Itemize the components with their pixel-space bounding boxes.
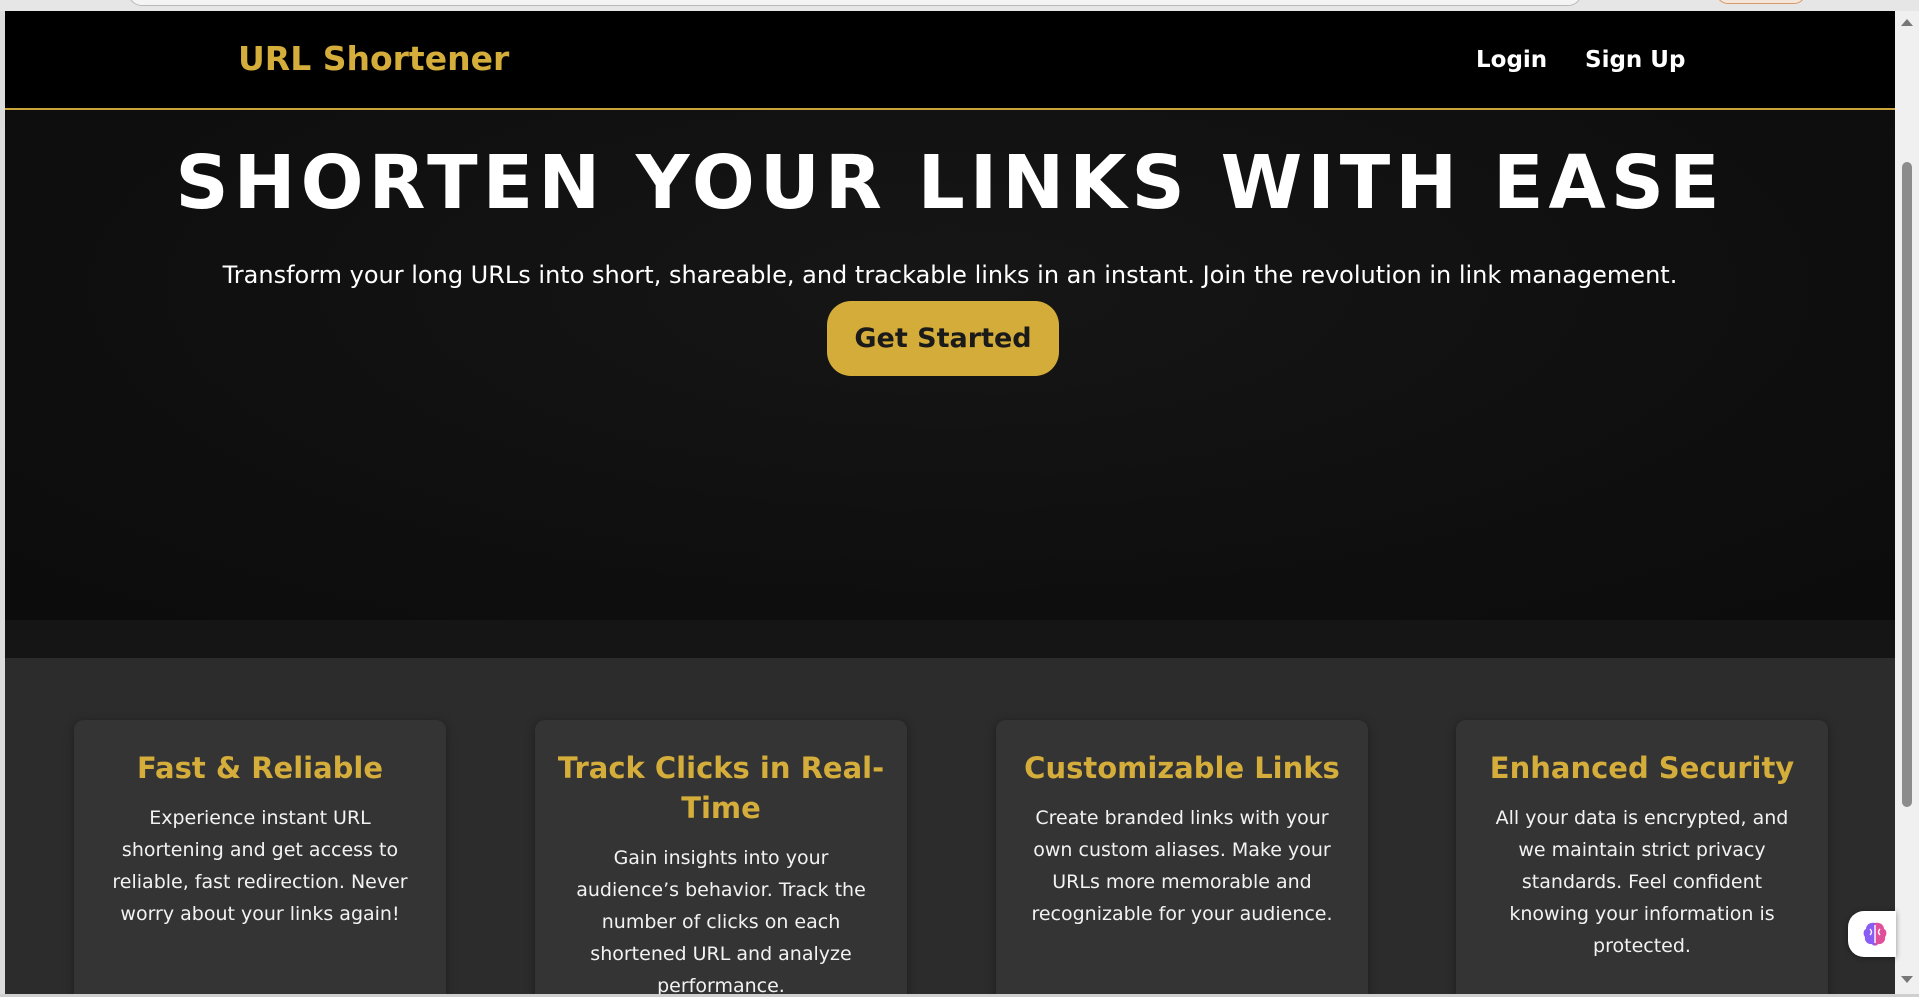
features-section: Fast & Reliable Experience instant URL s… bbox=[5, 658, 1895, 997]
feature-card-custom: Customizable Links Create branded links … bbox=[996, 720, 1368, 997]
get-started-button[interactable]: Get Started bbox=[827, 301, 1059, 376]
vertical-scrollbar[interactable] bbox=[1895, 11, 1919, 997]
feature-title: Fast & Reliable bbox=[136, 751, 384, 785]
extension-button[interactable] bbox=[1716, 0, 1806, 4]
feature-text: All your data is encrypted, and we maint… bbox=[1495, 807, 1789, 957]
hero-title: SHORTEN YOUR LINKS WITH EASE bbox=[175, 140, 1725, 226]
feature-card-tracking: Track Clicks in Real-Time Gain insights … bbox=[535, 720, 907, 997]
feature-card-security: Enhanced Security All your data is encry… bbox=[1456, 720, 1828, 997]
feature-text: Gain insights into your audience’s behav… bbox=[576, 847, 866, 997]
chevron-down-icon[interactable] bbox=[1901, 976, 1913, 983]
scrollbar-thumb[interactable] bbox=[1902, 162, 1912, 807]
brain-icon bbox=[1863, 922, 1887, 946]
hero-section: SHORTEN YOUR LINKS WITH EASE Transform y… bbox=[5, 110, 1895, 620]
chevron-up-icon[interactable] bbox=[1901, 19, 1913, 26]
page-viewport: URL Shortener Login Sign Up SHORTEN YOUR… bbox=[5, 11, 1895, 997]
signup-link[interactable]: Sign Up bbox=[1585, 47, 1685, 73]
address-bar[interactable] bbox=[128, 0, 1582, 6]
feature-title: Track Clicks in Real-Time bbox=[557, 751, 885, 825]
feature-text: Create branded links with your own custo… bbox=[1031, 807, 1333, 925]
hero-subtitle: Transform your long URLs into short, sha… bbox=[222, 261, 1678, 289]
login-link[interactable]: Login bbox=[1476, 47, 1547, 73]
browser-toolbar bbox=[0, 0, 1919, 11]
assistant-widget-button[interactable] bbox=[1848, 911, 1896, 957]
navbar: URL Shortener Login Sign Up bbox=[5, 11, 1895, 110]
brand-logo[interactable]: URL Shortener bbox=[238, 39, 509, 78]
section-divider bbox=[5, 620, 1895, 658]
feature-title: Customizable Links bbox=[1024, 751, 1340, 785]
feature-text: Experience instant URL shortening and ge… bbox=[112, 807, 408, 925]
feature-title: Enhanced Security bbox=[1489, 751, 1795, 785]
feature-card-fast: Fast & Reliable Experience instant URL s… bbox=[74, 720, 446, 997]
